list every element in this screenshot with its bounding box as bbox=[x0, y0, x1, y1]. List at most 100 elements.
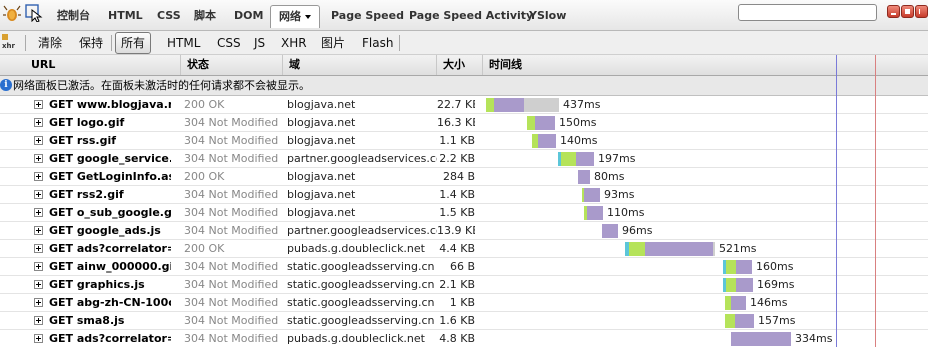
request-size: 66 B bbox=[449, 260, 475, 273]
request-row[interactable]: GET ainw_000000.gif 304 Not Modified stati… bbox=[0, 258, 928, 276]
timeline-bar bbox=[576, 152, 594, 166]
filter-xhr[interactable]: XHR bbox=[281, 35, 307, 51]
inspect-icon[interactable] bbox=[25, 4, 43, 22]
request-row[interactable]: GET logo.gif 304 Not Modified blogjava.net… bbox=[0, 114, 928, 132]
request-domain: static.googleadsserving.cn bbox=[287, 278, 435, 291]
timeline-bar bbox=[726, 260, 736, 274]
search-input[interactable] bbox=[738, 4, 877, 21]
request-url: GET ainw_000000.gif bbox=[49, 260, 171, 273]
expand-icon[interactable] bbox=[34, 208, 43, 217]
request-row[interactable]: GET ads?correlator=1 304 Not Modified puba… bbox=[0, 330, 928, 347]
expand-icon[interactable] bbox=[34, 262, 43, 271]
timeline-bar bbox=[602, 224, 618, 238]
xhr-icon[interactable]: xhr bbox=[2, 34, 20, 52]
close-icon bbox=[919, 9, 924, 14]
request-list: GET www.blogjava.net 200 OK blogjava.net 22… bbox=[0, 96, 928, 347]
column-status[interactable]: 状态 bbox=[180, 55, 282, 75]
request-status: 304 Not Modified bbox=[184, 224, 279, 237]
tab-page-speed[interactable]: Page Speed bbox=[331, 7, 404, 25]
tab-net[interactable]: 网络 bbox=[270, 5, 320, 28]
tab-dom[interactable]: DOM bbox=[234, 7, 263, 25]
timeline-bar bbox=[731, 332, 791, 346]
request-url: GET www.blogjava.net bbox=[49, 98, 171, 111]
request-row[interactable]: GET rss.gif 304 Not Modified blogjava.net 1… bbox=[0, 132, 928, 150]
request-url: GET ads?correlator=1 bbox=[49, 332, 171, 345]
expand-icon[interactable] bbox=[34, 118, 43, 127]
close-button[interactable] bbox=[915, 5, 928, 18]
divider bbox=[111, 35, 112, 51]
expand-icon[interactable] bbox=[34, 280, 43, 289]
minimize-button[interactable] bbox=[887, 5, 900, 18]
request-size: 2.2 KB bbox=[439, 152, 475, 165]
request-url: GET google_service.js bbox=[49, 152, 171, 165]
filter-html[interactable]: HTML bbox=[167, 35, 200, 51]
expand-icon[interactable] bbox=[34, 100, 43, 109]
expand-icon[interactable] bbox=[34, 334, 43, 343]
dom-content-loaded-line bbox=[836, 55, 837, 347]
request-size: 2.1 KB bbox=[439, 278, 475, 291]
tab-yslow[interactable]: YSlow bbox=[529, 7, 566, 25]
request-row[interactable]: GET www.blogjava.net 200 OK blogjava.net 22… bbox=[0, 96, 928, 114]
expand-icon[interactable] bbox=[34, 316, 43, 325]
request-time: 437ms bbox=[563, 98, 601, 111]
request-size: 284 B bbox=[442, 170, 475, 183]
request-row[interactable]: GET google_ads.js 304 Not Modified partner… bbox=[0, 222, 928, 240]
request-row[interactable]: GET google_service.js 304 Not Modified par… bbox=[0, 150, 928, 168]
column-timeline[interactable]: 时间线 bbox=[482, 55, 928, 75]
filter-js[interactable]: JS bbox=[254, 35, 265, 51]
request-url: GET GetLoginInfo.aspx bbox=[49, 170, 171, 183]
request-status: 200 OK bbox=[184, 242, 225, 255]
tab-script[interactable]: 脚本 bbox=[194, 7, 216, 25]
expand-icon[interactable] bbox=[34, 226, 43, 235]
request-row[interactable]: GET graphics.js 304 Not Modified static.go… bbox=[0, 276, 928, 294]
load-event-line bbox=[875, 55, 876, 347]
detach-button[interactable] bbox=[901, 5, 914, 18]
notice-text: 网络面板已激活。在面板未激活时的任何请求都不会被显示。 bbox=[13, 79, 310, 92]
request-size: 4.8 KB bbox=[439, 332, 475, 345]
tab-css[interactable]: CSS bbox=[157, 7, 181, 25]
timeline-bar bbox=[535, 116, 555, 130]
request-row[interactable]: GET abg-zh-CN-100c-f 304 Not Modified stat… bbox=[0, 294, 928, 312]
expand-icon[interactable] bbox=[34, 244, 43, 253]
persist-button[interactable]: 保持 bbox=[79, 35, 103, 51]
filter-flash[interactable]: Flash bbox=[362, 35, 393, 51]
tab-page-speed-activity[interactable]: Page Speed Activity bbox=[409, 7, 533, 25]
expand-icon[interactable] bbox=[34, 190, 43, 199]
request-size: 4.4 KB bbox=[439, 242, 475, 255]
request-status: 304 Not Modified bbox=[184, 260, 279, 273]
request-status: 304 Not Modified bbox=[184, 206, 279, 219]
chevron-down-icon[interactable] bbox=[305, 15, 311, 19]
divider bbox=[399, 35, 400, 51]
request-row[interactable]: GET rss2.gif 304 Not Modified blogjava.net… bbox=[0, 186, 928, 204]
expand-icon[interactable] bbox=[34, 154, 43, 163]
timeline-bar bbox=[629, 242, 645, 256]
column-domain[interactable]: 域 bbox=[282, 55, 436, 75]
filter-css[interactable]: CSS bbox=[217, 35, 241, 51]
request-time: 521ms bbox=[719, 242, 757, 255]
request-row[interactable]: GET GetLoginInfo.aspx 200 OK blogjava.net 2… bbox=[0, 168, 928, 186]
tab-console[interactable]: 控制台 bbox=[57, 7, 90, 25]
firebug-icon[interactable] bbox=[3, 4, 21, 22]
request-url: GET abg-zh-CN-100c-f bbox=[49, 296, 171, 309]
request-url: GET sma8.js bbox=[49, 314, 125, 327]
request-status: 304 Not Modified bbox=[184, 134, 279, 147]
expand-icon[interactable] bbox=[34, 298, 43, 307]
request-size: 1.1 KB bbox=[439, 134, 475, 147]
filter-images[interactable]: 图片 bbox=[321, 35, 345, 51]
expand-icon[interactable] bbox=[34, 172, 43, 181]
request-time: 93ms bbox=[604, 188, 635, 201]
clear-button[interactable]: 清除 bbox=[38, 35, 62, 51]
request-size: 1 KB bbox=[449, 296, 475, 309]
divider bbox=[25, 35, 26, 51]
request-domain: blogjava.net bbox=[287, 98, 356, 111]
filter-all[interactable]: 所有 bbox=[115, 32, 152, 54]
tab-html[interactable]: HTML bbox=[108, 7, 143, 25]
request-row[interactable]: GET o_sub_google.gif 304 Not Modified blog… bbox=[0, 204, 928, 222]
request-size: 1.5 KB bbox=[439, 206, 475, 219]
expand-icon[interactable] bbox=[34, 136, 43, 145]
request-row[interactable]: GET sma8.js 304 Not Modified static.google… bbox=[0, 312, 928, 330]
request-row[interactable]: GET ads?correlator=1 200 OK pubads.g.doubl… bbox=[0, 240, 928, 258]
column-url[interactable]: URL bbox=[25, 55, 180, 75]
detach-icon bbox=[905, 9, 910, 14]
column-size[interactable]: 大小 bbox=[436, 55, 482, 75]
